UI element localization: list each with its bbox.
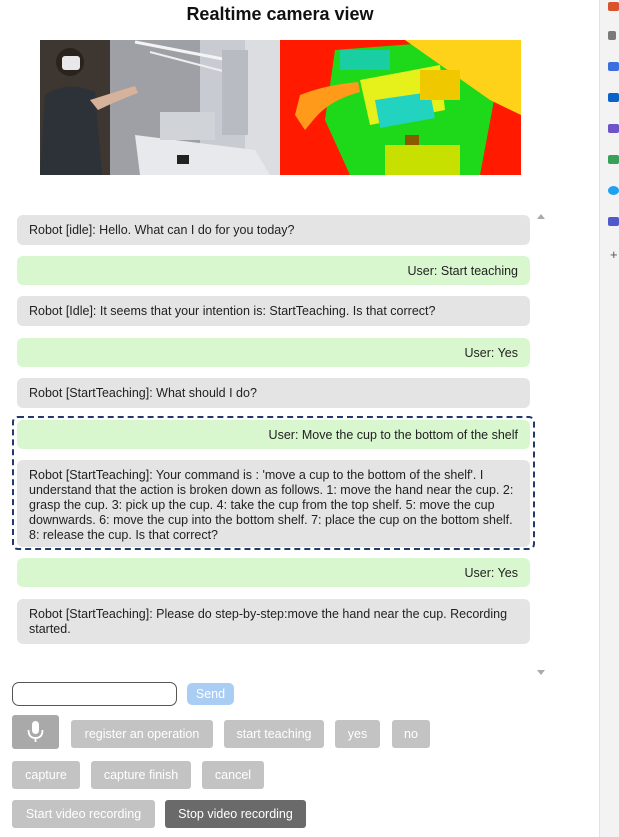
chat-message-robot: Robot [idle]: Hello. What can I do for y… bbox=[17, 215, 530, 245]
sidebar-outlook-icon[interactable] bbox=[608, 93, 619, 102]
segmentation-camera-scene bbox=[280, 40, 521, 175]
chat-message-user: User: Start teaching bbox=[17, 256, 530, 285]
microphone-icon bbox=[27, 721, 44, 742]
chat-message-robot: Robot [StartTeaching]: What should I do? bbox=[17, 378, 530, 408]
send-button[interactable]: Send bbox=[187, 683, 234, 705]
capture-finish-button[interactable]: capture finish bbox=[91, 761, 191, 789]
stop-video-recording-button[interactable]: Stop video recording bbox=[165, 800, 306, 828]
sidebar-add-icon[interactable]: + bbox=[610, 248, 618, 261]
microphone-button[interactable] bbox=[12, 715, 59, 749]
rgb-camera-image bbox=[40, 40, 280, 175]
no-button[interactable]: no bbox=[392, 720, 430, 748]
chat-message-robot: Robot [Idle]: It seems that your intenti… bbox=[17, 296, 530, 326]
sidebar-copilot-icon[interactable] bbox=[608, 62, 619, 71]
chat-message-user: User: Move the cup to the bottom of the … bbox=[17, 420, 530, 449]
sidebar-teams-icon[interactable] bbox=[608, 217, 619, 226]
chat-message-user: User: Yes bbox=[17, 558, 530, 587]
capture-button[interactable]: capture bbox=[12, 761, 80, 789]
message-input[interactable] bbox=[12, 682, 177, 706]
start-teaching-button[interactable]: start teaching bbox=[224, 720, 324, 748]
start-video-recording-button[interactable]: Start video recording bbox=[12, 800, 155, 828]
browser-sidebar-strip: + bbox=[599, 0, 619, 837]
chat-message-robot: Robot [StartTeaching]: Please do step-by… bbox=[17, 599, 530, 644]
rgb-camera-scene bbox=[40, 40, 280, 175]
register-operation-button[interactable]: register an operation bbox=[71, 720, 213, 748]
chat-message-robot: Robot [StartTeaching]: Your command is :… bbox=[17, 460, 530, 547]
yes-button[interactable]: yes bbox=[335, 720, 380, 748]
sidebar-app-icon[interactable] bbox=[608, 2, 619, 11]
sidebar-twitter-icon[interactable] bbox=[608, 186, 619, 195]
chat-scrollbar[interactable] bbox=[535, 210, 547, 680]
sidebar-person-icon[interactable] bbox=[608, 31, 616, 40]
scroll-up-arrow-icon[interactable] bbox=[537, 214, 545, 219]
sidebar-games-icon[interactable] bbox=[608, 124, 619, 133]
scroll-down-arrow-icon[interactable] bbox=[537, 670, 545, 675]
chat-message-user: User: Yes bbox=[17, 338, 530, 367]
sidebar-drive-icon[interactable] bbox=[608, 155, 619, 164]
cancel-button[interactable]: cancel bbox=[202, 761, 264, 789]
page-title: Realtime camera view bbox=[186, 4, 374, 24]
segmentation-camera-image bbox=[280, 40, 521, 175]
